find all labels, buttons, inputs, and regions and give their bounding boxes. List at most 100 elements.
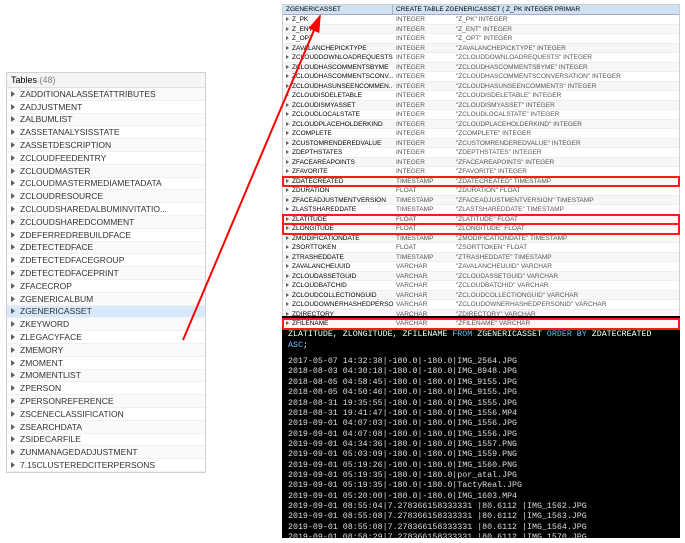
table-row[interactable]: ZLEGACYFACE: [7, 331, 205, 344]
schema-row[interactable]: Z_ENTINTEGER"Z_ENT" INTEGER: [283, 25, 679, 35]
sql-text: ;: [303, 341, 308, 350]
table-name: ZMEMORY: [20, 345, 63, 355]
column-name: ZFACEAREAPOINTS: [292, 159, 355, 166]
table-row[interactable]: ZGENERICALBUM: [7, 293, 205, 306]
chevron-right-icon: [286, 283, 289, 287]
column-type: FLOAT: [393, 224, 453, 233]
chevron-right-icon: [286, 188, 289, 192]
table-row[interactable]: ZCLOUDMASTERMEDIAMETADATA: [7, 178, 205, 191]
column-type: TIMESTAMP: [393, 205, 453, 214]
table-row[interactable]: ZCLOUDRESOURCE: [7, 190, 205, 203]
schema-row[interactable]: ZSORTTOKENFLOAT"ZSORTTOKEN" FLOAT: [283, 243, 679, 253]
schema-row[interactable]: ZDEPTHSTATESINTEGER"ZDEPTHSTATES" INTEGE…: [283, 148, 679, 158]
table-row[interactable]: ZSIDECARFILE: [7, 434, 205, 447]
schema-row[interactable]: ZFAVORITEINTEGER"ZFAVORITE" INTEGER: [283, 167, 679, 177]
table-row[interactable]: ZCLOUDFEEDENTRY: [7, 152, 205, 165]
output-row: 2017-05-07 14:32:38|-180.0|-180.0|IMG_25…: [288, 357, 674, 367]
output-row: 2019-09-01 08:55:08|7.278366158333331 |8…: [288, 512, 674, 522]
table-row[interactable]: ZADJUSTMENT: [7, 101, 205, 114]
tables-panel: Tables (48) ZADDITIONALASSETATTRIBUTESZA…: [6, 72, 206, 473]
table-row[interactable]: ZPERSON: [7, 382, 205, 395]
table-row[interactable]: ZMOMENT: [7, 357, 205, 370]
column-type: VARCHAR: [393, 291, 453, 300]
table-row[interactable]: ZDETECTEDFACEGROUP: [7, 254, 205, 267]
table-row[interactable]: ZDETECTEDFACE: [7, 242, 205, 255]
table-row[interactable]: ZASSETDESCRIPTION: [7, 139, 205, 152]
column-ddl: "ZCLOUDLOCALSTATE" INTEGER: [453, 110, 679, 119]
schema-row[interactable]: ZFACEAREAPOINTSINTEGER"ZFACEAREAPOINTS" …: [283, 158, 679, 168]
table-name: ZCLOUDSHAREDCOMMENT: [20, 217, 134, 227]
schema-row[interactable]: ZLONGITUDEFLOAT"ZLONGITUDE" FLOAT: [283, 224, 679, 234]
schema-row[interactable]: ZCLOUDHASCOMMENTSCONV...INTEGER"ZCLOUDHA…: [283, 72, 679, 82]
chevron-right-icon: [286, 217, 289, 221]
schema-row[interactable]: ZCLOUDISDELETABLEINTEGER"ZCLOUDISDELETAB…: [283, 91, 679, 101]
column-type: INTEGER: [393, 44, 453, 53]
chevron-right-icon: [286, 226, 289, 230]
schema-row[interactable]: ZFACEADJUSTMENTVERSIONTIMESTAMP"ZFACEADJ…: [283, 196, 679, 206]
tables-header: Tables (48): [7, 73, 205, 88]
table-row[interactable]: ZUNMANAGEDADJUSTMENT: [7, 446, 205, 459]
table-row[interactable]: ZCLOUDSHAREDALBUMINVITATIO...: [7, 203, 205, 216]
chevron-right-icon: [11, 91, 15, 97]
column-ddl: "Z_ENT" INTEGER: [453, 25, 679, 34]
table-row[interactable]: ZADDITIONALASSETATTRIBUTES: [7, 88, 205, 101]
schema-row[interactable]: ZDATECREATEDTIMESTAMP"ZDATECREATED" TIME…: [283, 177, 679, 187]
table-row[interactable]: ZMEMORY: [7, 344, 205, 357]
schema-row[interactable]: ZDURATIONFLOAT"ZDURATION" FLOAT: [283, 186, 679, 196]
table-row[interactable]: ZSCENECLASSIFICATION: [7, 408, 205, 421]
column-ddl: "ZCLOUDHASCOMMENTSBYME" INTEGER: [453, 63, 679, 72]
schema-row[interactable]: ZCOMPLETEINTEGER"ZCOMPLETE" INTEGER: [283, 129, 679, 139]
chevron-right-icon: [286, 93, 289, 97]
table-row[interactable]: ZDETECTEDFACEPRINT: [7, 267, 205, 280]
schema-row[interactable]: ZCLOUDOWNERHASHEDPERSONIDVARCHAR"ZCLOUDO…: [283, 300, 679, 310]
schema-row[interactable]: ZLATITUDEFLOAT"ZLATITUDE" FLOAT: [283, 215, 679, 225]
column-type: INTEGER: [393, 139, 453, 148]
schema-row[interactable]: Z_OPTINTEGER"Z_OPT" INTEGER: [283, 34, 679, 44]
table-row[interactable]: ZSEARCHDATA: [7, 421, 205, 434]
table-row[interactable]: ZCLOUDSHAREDCOMMENT: [7, 216, 205, 229]
output-row: 2019-09-01 05:19:35|-180.0|-180.0|TactyR…: [288, 481, 674, 491]
terminal[interactable]: sqlite> SELECT datetime(ZDATECREATED+978…: [282, 316, 680, 538]
chevron-right-icon: [11, 334, 15, 340]
schema-row[interactable]: ZCLOUDISMYASSETINTEGER"ZCLOUDISMYASSET" …: [283, 101, 679, 111]
schema-row[interactable]: ZCLOUDDOWNLOADREQUESTSINTEGER"ZCLOUDDOWN…: [283, 53, 679, 63]
schema-row[interactable]: ZCLOUDHASUNSEENCOMMEN...INTEGER"ZCLOUDHA…: [283, 82, 679, 92]
schema-row[interactable]: ZCLOUDLOCALSTATEINTEGER"ZCLOUDLOCALSTATE…: [283, 110, 679, 120]
schema-row[interactable]: ZCLOUDBATCHIDVARCHAR"ZCLOUDBATCHID" VARC…: [283, 281, 679, 291]
schema-row[interactable]: ZAVALANCHEUUIDVARCHAR"ZAVALANCHEUUID" VA…: [283, 262, 679, 272]
table-row[interactable]: ZASSETANALYSISSTATE: [7, 126, 205, 139]
schema-row[interactable]: ZCUSTOMRENDEREDVALUEINTEGER"ZCUSTOMRENDE…: [283, 139, 679, 149]
column-ddl: "ZLATITUDE" FLOAT: [453, 215, 679, 224]
table-row[interactable]: ZCLOUDMASTER: [7, 165, 205, 178]
chevron-right-icon: [286, 74, 289, 78]
schema-row[interactable]: ZCLOUDHASCOMMENTSBYMEINTEGER"ZCLOUDHASCO…: [283, 63, 679, 73]
output-row: 2019-09-01 08:55:08|7.278366158333331 |8…: [288, 523, 674, 533]
schema-row[interactable]: ZLASTSHAREDDATETIMESTAMP"ZLASTSHAREDDATE…: [283, 205, 679, 215]
table-row[interactable]: ZPERSONREFERENCE: [7, 395, 205, 408]
schema-row[interactable]: ZAVALANCHEPICKTYPEINTEGER"ZAVALANCHEPICK…: [283, 44, 679, 54]
schema-row[interactable]: ZTRASHEDDATETIMESTAMP"ZTRASHEDDATE" TIME…: [283, 253, 679, 263]
table-row[interactable]: ZMOMENTLIST: [7, 370, 205, 383]
schema-row[interactable]: ZCLOUDASSETGUIDVARCHAR"ZCLOUDASSETGUID" …: [283, 272, 679, 282]
table-row[interactable]: ZFACECROP: [7, 280, 205, 293]
schema-row[interactable]: ZFILENAMEVARCHAR"ZFILENAME" VARCHAR: [283, 319, 679, 329]
column-ddl: "ZAVALANCHEUUID" VARCHAR: [453, 262, 679, 271]
column-ddl: "ZCLOUDISMYASSET" INTEGER: [453, 101, 679, 110]
chevron-right-icon: [11, 308, 15, 314]
table-row[interactable]: ZDEFERREDREBUILDFACE: [7, 229, 205, 242]
schema-row[interactable]: Z_PKINTEGER"Z_PK" INTEGER: [283, 15, 679, 25]
column-name: Z_ENT: [292, 26, 313, 33]
terminal-output: 2017-05-07 14:32:38|-180.0|-180.0|IMG_25…: [288, 357, 674, 538]
table-row[interactable]: ZKEYWORD: [7, 318, 205, 331]
column-ddl: "ZCOMPLETE" INTEGER: [453, 129, 679, 138]
schema-row[interactable]: ZMODIFICATIONDATETIMESTAMP"ZMODIFICATION…: [283, 234, 679, 244]
table-row[interactable]: ZGENERICASSET: [7, 306, 205, 319]
schema-row[interactable]: ZCLOUDPLACEHOLDERKINDINTEGER"ZCLOUDPLACE…: [283, 120, 679, 130]
chevron-right-icon: [11, 206, 15, 212]
table-row[interactable]: ZALBUMLIST: [7, 114, 205, 127]
chevron-right-icon: [286, 169, 289, 173]
table-row[interactable]: 7.15CLUSTEREDCITERPERSONS: [7, 459, 205, 472]
table-name: ZDEFERREDREBUILDFACE: [20, 230, 131, 240]
chevron-right-icon: [286, 131, 289, 135]
schema-row[interactable]: ZCLOUDCOLLECTIONGUIDVARCHAR"ZCLOUDCOLLEC…: [283, 291, 679, 301]
